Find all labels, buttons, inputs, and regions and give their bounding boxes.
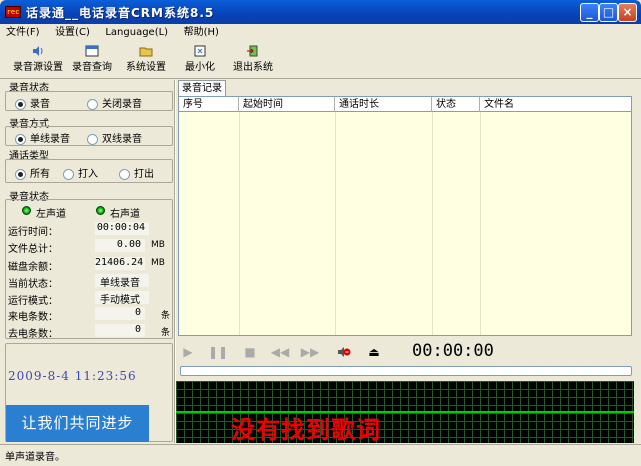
call-in-radio[interactable]: 打入	[63, 165, 98, 180]
lyrics-panel: 没有找到歌词	[176, 381, 634, 444]
current-state-value: 单线录音	[95, 274, 149, 289]
col-status[interactable]: 状态	[432, 97, 480, 112]
speaker-mute-icon	[338, 347, 351, 357]
record-query-button[interactable]: 录音查询	[71, 43, 113, 77]
run-mode-value: 手动模式	[95, 291, 149, 306]
right-channel-led-icon	[96, 206, 105, 215]
play-button[interactable]: ▶	[178, 342, 198, 362]
col-start-time[interactable]: 起始时间	[239, 97, 335, 112]
window-title: 话录通__电话录音CRM系统8.5	[26, 6, 215, 20]
eject-button[interactable]: ⏏	[364, 342, 384, 362]
toolbar: 录音源设置 录音查询 系统设置 最小化 退出系统	[0, 41, 641, 79]
record-source-settings-button[interactable]: 录音源设置	[12, 43, 64, 77]
rec-icon[interactable]: rec	[5, 6, 21, 18]
menu-help[interactable]: 帮助(H)	[178, 24, 225, 41]
run-time-label: 运行时间：	[8, 227, 58, 238]
left-channel-label: 左声道	[36, 209, 66, 220]
close-window-button[interactable]: ×	[618, 3, 637, 22]
radio-icon	[87, 133, 98, 145]
fast-forward-button[interactable]: ▶▶	[300, 342, 320, 362]
menu-settings[interactable]: 设置(C)	[49, 24, 96, 41]
system-settings-button[interactable]: 系统设置	[125, 43, 167, 77]
call-all-radio[interactable]: 所有	[15, 165, 50, 180]
incoming-count-value: 0	[95, 307, 145, 320]
minimize-app-button[interactable]: 最小化	[184, 43, 216, 77]
exit-icon	[247, 45, 258, 57]
incoming-count-label: 来电条数：	[8, 312, 58, 323]
tab-records[interactable]: 录音记录	[178, 80, 226, 96]
left-channel-led-icon	[22, 206, 31, 215]
radio-icon	[63, 168, 74, 180]
file-total-label: 文件总计：	[8, 244, 58, 255]
playback-time: 00:00:00	[412, 341, 494, 361]
column-divider	[432, 112, 433, 335]
disk-free-label: 磁盘余额：	[8, 262, 58, 273]
column-divider	[335, 112, 336, 335]
single-line-radio[interactable]: 单线录音	[15, 130, 70, 145]
radio-icon	[119, 168, 130, 180]
column-divider	[239, 112, 240, 335]
file-total-unit: MB	[151, 240, 165, 250]
right-channel-label: 右声道	[110, 209, 140, 220]
column-divider	[480, 112, 481, 335]
lyrics-text: 没有找到歌词	[231, 416, 381, 444]
speaker-icon	[33, 46, 43, 56]
file-total-value: 0.00	[95, 239, 145, 252]
radio-selected-icon	[15, 133, 26, 145]
disk-free-unit: MB	[151, 258, 165, 268]
maximize-window-button[interactable]: □	[599, 3, 618, 22]
minimize-window-button[interactable]: _	[580, 3, 599, 22]
table-header: 序号 起始时间 通话时长 状态 文件名	[179, 97, 631, 112]
dual-line-radio[interactable]: 双线录音	[87, 130, 142, 145]
incoming-count-unit: 条	[161, 311, 171, 321]
disk-free-value: 21406.24	[95, 257, 145, 270]
minimize-icon	[194, 45, 206, 57]
outgoing-count-unit: 条	[161, 328, 171, 338]
radio-selected-icon	[15, 168, 26, 180]
col-duration[interactable]: 通话时长	[335, 97, 432, 112]
status-bar: 单声道录音。	[0, 444, 641, 466]
player-controls: ▶ ❚❚ ■ ◀◀ ▶▶ ⏏	[176, 338, 634, 366]
seek-bar[interactable]	[180, 366, 632, 376]
outgoing-count-value: 0	[95, 324, 145, 337]
current-state-label: 当前状态：	[8, 279, 58, 290]
exit-system-button[interactable]: 退出系统	[232, 43, 274, 77]
rewind-button[interactable]: ◀◀	[270, 342, 290, 362]
status-text: 单声道录音。	[5, 452, 65, 463]
record-off-radio[interactable]: 关闭录音	[87, 95, 142, 110]
call-out-radio[interactable]: 打出	[119, 165, 154, 180]
run-mode-label: 运行模式：	[8, 296, 58, 307]
slogan-banner: 让我们共同进步	[6, 405, 149, 442]
window-icon	[85, 45, 99, 57]
run-time-value: 00:00:04	[95, 222, 149, 235]
pause-button[interactable]: ❚❚	[208, 342, 228, 362]
radio-selected-icon	[15, 98, 26, 110]
col-index[interactable]: 序号	[179, 97, 239, 112]
radio-icon	[87, 98, 98, 110]
mute-button[interactable]	[334, 342, 354, 362]
folder-icon	[139, 47, 153, 57]
menu-file[interactable]: 文件(F)	[0, 24, 46, 41]
datetime-display: 2009-8-4 11:23:56	[8, 369, 137, 383]
records-table[interactable]: 序号 起始时间 通话时长 状态 文件名	[178, 96, 632, 336]
menu-bar: 文件(F) 设置(C) Language(L) 帮助(H)	[0, 24, 641, 41]
stop-button[interactable]: ■	[240, 342, 260, 362]
record-on-radio[interactable]: 录音	[15, 95, 50, 110]
col-filename[interactable]: 文件名	[480, 97, 631, 112]
outgoing-count-label: 去电条数：	[8, 329, 58, 340]
menu-language[interactable]: Language(L)	[99, 24, 174, 41]
